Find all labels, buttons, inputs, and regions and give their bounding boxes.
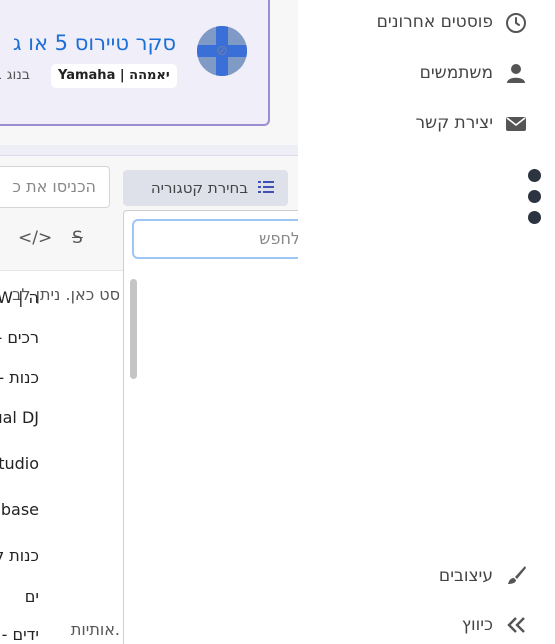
dropdown-item[interactable]: FL studio [0, 454, 39, 473]
title-input[interactable]: הכניסו את כ [0, 166, 110, 208]
double-chevron-left-icon [507, 617, 525, 633]
category-tag[interactable]: Yamaha | יאמהה [51, 64, 177, 88]
sidebar-item-recent-posts[interactable]: פוסטים אחרונים [377, 12, 493, 32]
dropdown-item[interactable]: כנות - עזרה הדדית [0, 368, 39, 387]
dropdown-item[interactable]: Virtual DJ [0, 408, 39, 427]
clock-icon [506, 13, 526, 33]
sidebar-item-contact[interactable]: יצירת קשר [415, 113, 493, 133]
strikethrough-icon[interactable]: S [72, 228, 83, 248]
topic-meta: 1 בנוג [0, 67, 30, 83]
list-icon [258, 181, 274, 193]
topic-title[interactable]: סקר טיירוס 5 או ג [13, 31, 176, 55]
envelope-icon [506, 117, 526, 131]
more-menu-dot[interactable] [528, 169, 541, 182]
dropdown-item[interactable]: cubase [0, 500, 39, 519]
more-menu-dot[interactable] [528, 190, 541, 203]
dropdown-item[interactable]: DAW - רכים [0, 328, 39, 347]
code-icon[interactable]: </> [18, 228, 52, 248]
main-column: סקר טיירוס 5 או ג ⊘ Yamaha | יאמהה 1 בנו… [0, 0, 298, 644]
dropdown-item[interactable]: DAW | ה [0, 288, 39, 307]
category-dropdown [123, 210, 298, 644]
dropdown-item[interactable]: כנות להורדה [0, 546, 39, 565]
sidebar-item-themes[interactable]: עיצובים [439, 566, 493, 586]
category-search-input[interactable]: לחפש [132, 219, 298, 259]
dropdown-item[interactable]: ים [25, 587, 39, 606]
paintbrush-icon [508, 566, 526, 584]
user-icon [507, 64, 525, 83]
editor-footer-text: אותיות. [70, 620, 120, 639]
more-menu-dot[interactable] [528, 211, 541, 224]
avatar[interactable]: ⊘ [197, 26, 247, 76]
dropdown-scrollbar[interactable] [130, 279, 137, 379]
sidebar-item-users[interactable]: משתמשים [420, 63, 493, 83]
sidebar-item-collapse[interactable]: כיווץ [462, 615, 493, 635]
sidebar [298, 0, 555, 644]
dropdown-item[interactable]: ידים - כללי [0, 625, 39, 644]
composer-top-border [0, 145, 298, 156]
category-select-label: בחירת קטגוריה [150, 179, 248, 197]
